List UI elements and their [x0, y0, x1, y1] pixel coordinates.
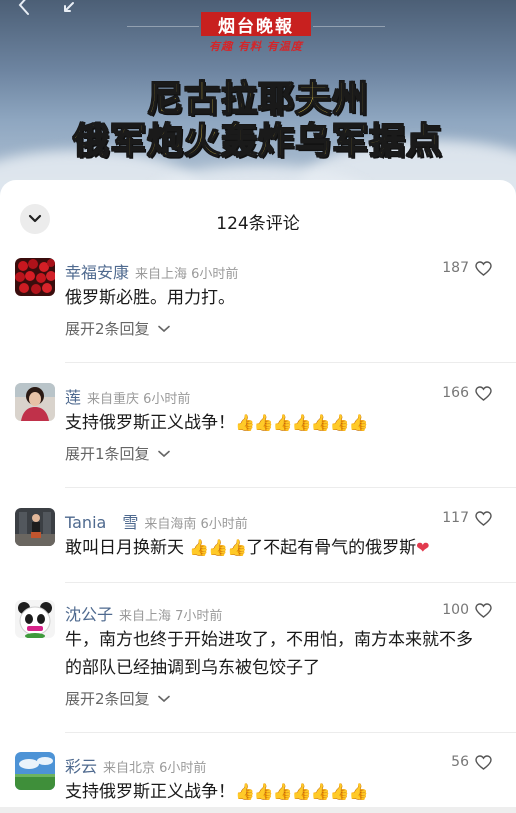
comment-text-content: 支持俄罗斯正义战争！ [65, 782, 235, 802]
heart-outline-icon [475, 510, 492, 526]
comment-author[interactable]: 彩云 来自北京 6小时前 [65, 753, 206, 777]
comment-meta: 来自海南 6小时前 [144, 517, 248, 532]
comment-meta: 来自重庆 6小时前 [87, 392, 191, 407]
author-name[interactable]: 沈公子 [65, 605, 113, 624]
chevron-down-icon [157, 325, 170, 332]
divider [65, 487, 516, 488]
thumbs-up-emojis: 👍👍👍 [189, 538, 247, 557]
like-count: 187 [442, 260, 469, 276]
heart-outline-icon [475, 754, 492, 770]
comment-text-part2: 了不起有骨气的俄罗斯 [246, 538, 417, 558]
comment-text: 牛，南方也终于开始进攻了，不用怕，南方本来就不多的部队已经抽调到乌东被包饺子了 [65, 630, 473, 678]
red-heart-emoji: ❤ [416, 538, 430, 557]
heart-outline-icon [475, 260, 492, 276]
comment-text: 俄罗斯必胜。用力打。 [65, 288, 235, 308]
chevron-down-icon [157, 695, 170, 702]
expand-label: 展开2条回复 [65, 320, 150, 338]
like-button[interactable]: 56 [451, 754, 492, 770]
comment-text: 支持俄罗斯正义战争！👍👍👍👍👍👍👍 [65, 409, 485, 437]
comment-text-part1: 敢叫日月换新天 [65, 538, 190, 558]
video-player[interactable]: 烟台晚報 有趣 有料 有温度 尼古拉耶夫州 俄军炮火轰炸乌军据点 [0, 0, 516, 200]
comment-text-content: 支持俄罗斯正义战争！ [65, 413, 235, 433]
like-count: 100 [442, 602, 469, 618]
avatar[interactable] [15, 508, 55, 546]
expand-label: 展开2条回复 [65, 690, 150, 708]
like-count: 166 [442, 385, 469, 401]
newspaper-logo: 烟台晚報 [201, 12, 311, 37]
author-name[interactable]: 莲 [65, 388, 81, 407]
chevron-down-icon [157, 450, 170, 457]
avatar[interactable] [15, 600, 55, 638]
like-count: 56 [451, 754, 469, 770]
divider [65, 732, 516, 733]
expand-replies-button[interactable]: 展开2条回复 [65, 318, 170, 339]
thumbs-up-emojis: 👍👍👍👍👍👍👍 [235, 413, 368, 432]
fullscreen-icon[interactable] [62, 0, 80, 14]
bottom-bar [0, 807, 516, 813]
divider [127, 26, 199, 27]
like-button[interactable]: 100 [442, 602, 492, 618]
expand-replies-button[interactable]: 展开1条回复 [65, 443, 170, 464]
comment-author[interactable]: 沈公子 来自上海 7小时前 [65, 601, 222, 625]
comment-author[interactable]: 莲来自重庆 6小时前 [65, 384, 190, 408]
comments-header: 124条评论 [0, 180, 516, 258]
author-name[interactable]: 彩云 [65, 757, 97, 776]
author-name[interactable]: Tania 雪 [65, 513, 138, 532]
comment-meta: 来自上海 7小时前 [119, 609, 223, 624]
comment-meta: 来自北京 6小时前 [103, 761, 207, 776]
comment-meta: 来自上海 6小时前 [135, 267, 239, 282]
like-button[interactable]: 187 [442, 260, 492, 276]
comments-count-title: 124条评论 [216, 214, 300, 234]
comments-sheet: 124条评论 幸福安康 来自上海 6小时前 187 俄罗斯必胜。用力打。 展开2条… [0, 180, 516, 813]
expand-label: 展开1条回复 [65, 445, 150, 463]
video-headline-line2: 俄军炮火轰炸乌军据点 [72, 120, 443, 163]
avatar[interactable] [15, 258, 55, 296]
author-name[interactable]: 幸福安康 [65, 263, 129, 282]
logo-slogan: 有趣 有料 有温度 [209, 40, 303, 53]
comment-author[interactable]: 幸福安康 来自上海 6小时前 [65, 259, 238, 283]
heart-outline-icon [475, 602, 492, 618]
divider [313, 26, 385, 27]
avatar[interactable] [15, 752, 55, 790]
avatar[interactable] [15, 383, 55, 421]
like-button[interactable]: 166 [442, 385, 492, 401]
thumbs-up-emojis: 👍👍👍👍👍👍👍 [235, 782, 368, 801]
comment-text: 敢叫日月换新天 👍👍👍了不起有骨气的俄罗斯❤ [65, 534, 485, 562]
comment-text: 支持俄罗斯正义战争！👍👍👍👍👍👍👍 [65, 778, 485, 806]
comment-author[interactable]: Tania 雪来自海南 6小时前 [65, 509, 248, 533]
like-button[interactable]: 117 [442, 510, 492, 526]
like-count: 117 [442, 510, 469, 526]
divider [65, 582, 516, 583]
heart-outline-icon [475, 385, 492, 401]
back-icon[interactable] [14, 0, 36, 16]
expand-replies-button[interactable]: 展开2条回复 [65, 688, 170, 709]
divider [65, 362, 516, 363]
